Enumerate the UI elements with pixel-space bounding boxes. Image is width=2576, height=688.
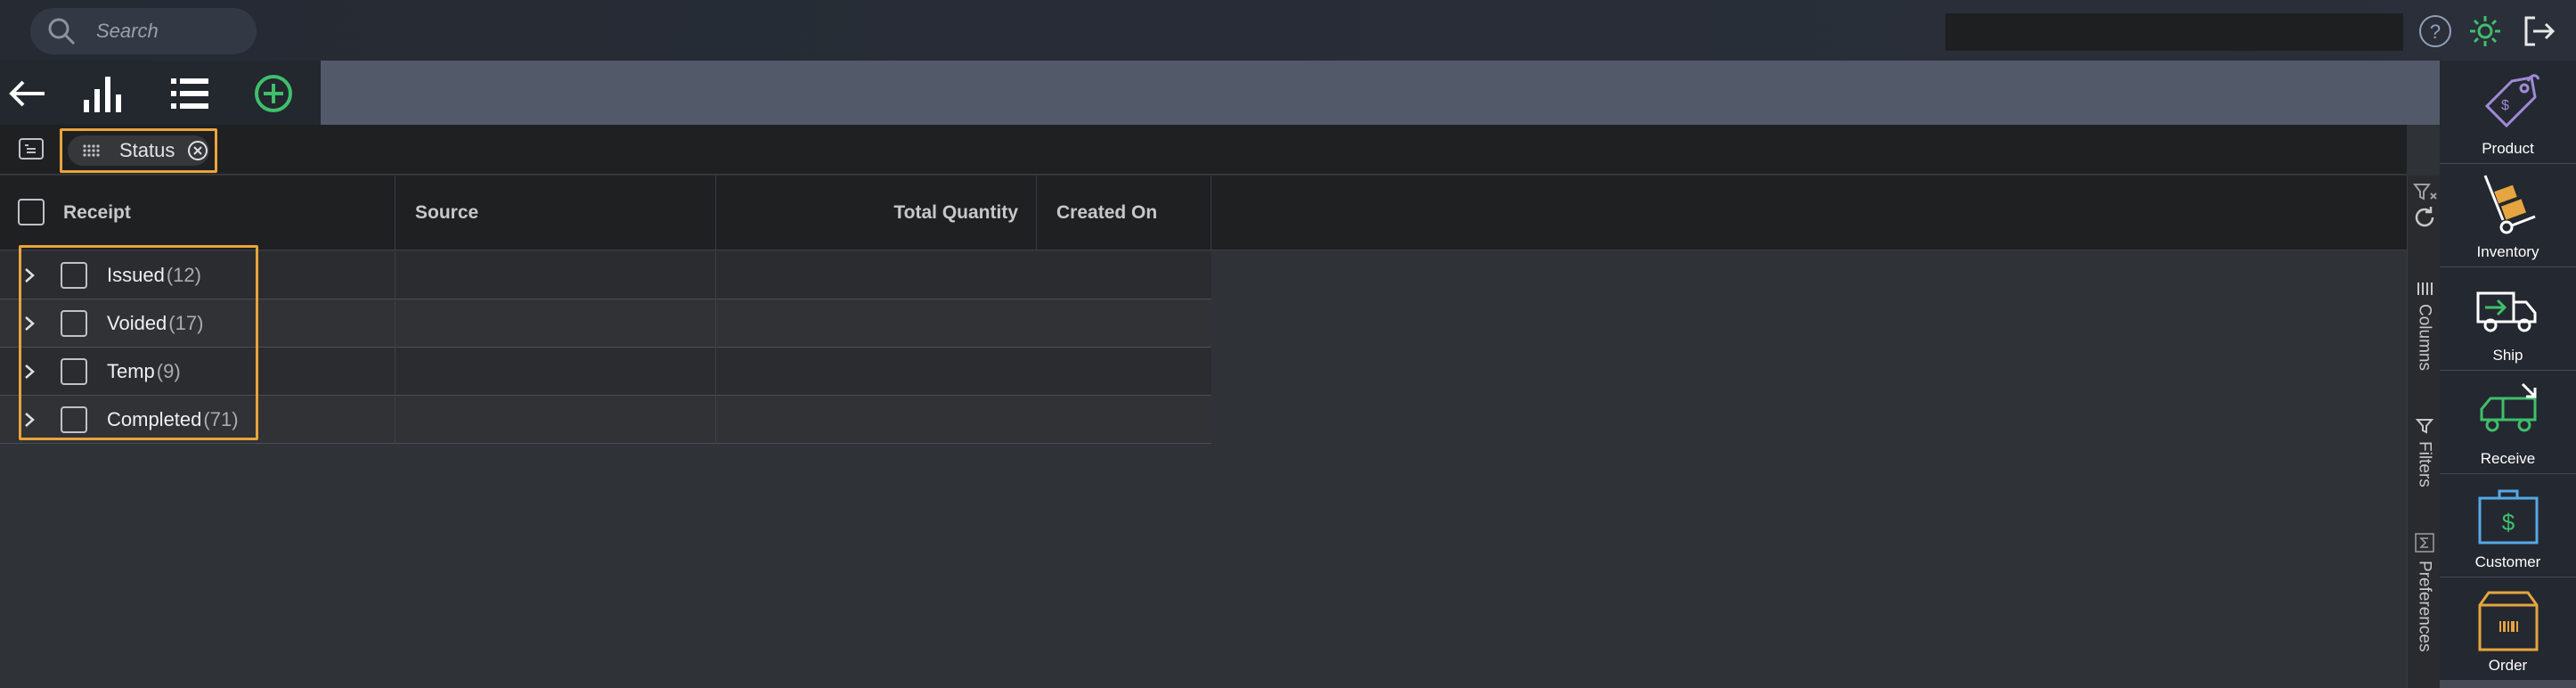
briefcase-icon: $ [2478,489,2538,545]
svg-text:?: ? [2430,20,2441,43]
tab-label: Columns [2415,304,2434,371]
back-arrow-icon[interactable] [5,73,48,114]
side-tool-icons [2408,181,2441,231]
search-box[interactable]: Search [30,8,257,54]
svg-text:$: $ [2501,98,2509,113]
bar-chart-icon[interactable] [82,73,125,114]
refresh-icon[interactable] [2411,204,2438,231]
column-header-label: Created On [1056,202,1158,223]
column-header-source[interactable]: Source [395,176,716,250]
top-bar: Search ? [0,0,2576,61]
cell-divider [395,251,716,299]
side-panel-tabs: Columns Filters Preferences [2407,176,2440,688]
column-header-label: Receipt [63,202,131,223]
group-row[interactable]: Temp(9) [0,348,1211,396]
search-icon [48,18,76,45]
group-chip-label: Status [119,139,175,161]
nav-order[interactable]: Order [2440,577,2576,680]
cell-divider [0,348,395,396]
nav-inventory[interactable]: Inventory [2440,164,2576,266]
nav-product[interactable]: $ Product [2440,61,2576,163]
column-header-receipt[interactable]: Receipt [0,176,395,250]
nav-label: Order [2488,657,2528,674]
receive-truck-icon [2480,382,2536,432]
filter-icon [2415,419,2433,434]
drag-handle-icon[interactable] [82,143,102,158]
toolbar [0,61,2440,125]
help-icon[interactable]: ? [2417,13,2453,49]
hand-truck-icon [2483,175,2536,234]
nav-label: Ship [2492,347,2523,364]
tab-label: Preferences [2415,561,2434,652]
gear-icon[interactable] [2467,13,2503,49]
list-icon[interactable] [169,73,212,114]
group-row[interactable]: Voided(17) [0,299,1211,348]
cell-divider [0,251,395,299]
column-header-label: Source [415,202,479,223]
ship-truck-icon [2476,291,2536,332]
nav-ship[interactable]: Ship [2440,267,2576,370]
group-row[interactable]: Completed(71) [0,396,1211,444]
column-header-total-quantity[interactable]: Total Quantity [716,176,1037,250]
row-group-bar: Status [0,125,2407,175]
group-chip-status[interactable]: Status [60,128,217,173]
logout-icon[interactable] [2521,13,2556,49]
group-row[interactable]: Issued(12) [0,251,1211,299]
right-nav: $ Product Inventory Ship Receive $ Custo… [2440,61,2576,688]
box-icon [2478,591,2538,651]
group-panel-icon[interactable] [18,137,45,160]
sigma-icon [2414,533,2434,553]
tab-filters[interactable]: Filters [2408,418,2441,487]
cell-divider [395,299,716,348]
tab-label: Filters [2415,441,2434,487]
nav-label: Product [2482,140,2534,157]
remove-group-icon[interactable] [187,140,208,161]
nav-label: Receive [2480,450,2536,467]
nav-receive[interactable]: Receive [2440,371,2576,473]
filter-clear-icon[interactable] [2411,181,2438,204]
price-tag-icon: $ [2484,74,2539,128]
column-header-label: Total Quantity [893,202,1018,223]
search-placeholder: Search [96,20,159,42]
column-header-created-on[interactable]: Created On [1037,176,1211,250]
grid-header: Receipt Source Total Quantity Created On [0,176,2407,250]
group-chip-body: Status [68,135,209,166]
svg-text:$: $ [2501,509,2515,536]
toolbar-actions [0,61,321,125]
columns-icon [2417,283,2433,295]
tab-columns[interactable]: Columns [2408,281,2441,371]
nav-customer[interactable]: $ Customer [2440,474,2576,577]
cell-divider [395,396,716,444]
nav-label: Customer [2474,553,2541,570]
top-status-field[interactable] [1945,13,2403,51]
cell-divider [0,299,395,348]
cell-divider [0,396,395,444]
add-circle-icon[interactable] [252,73,295,114]
cell-divider [395,348,716,396]
nav-label: Inventory [2476,243,2539,260]
tab-preferences[interactable]: Preferences [2408,532,2441,651]
